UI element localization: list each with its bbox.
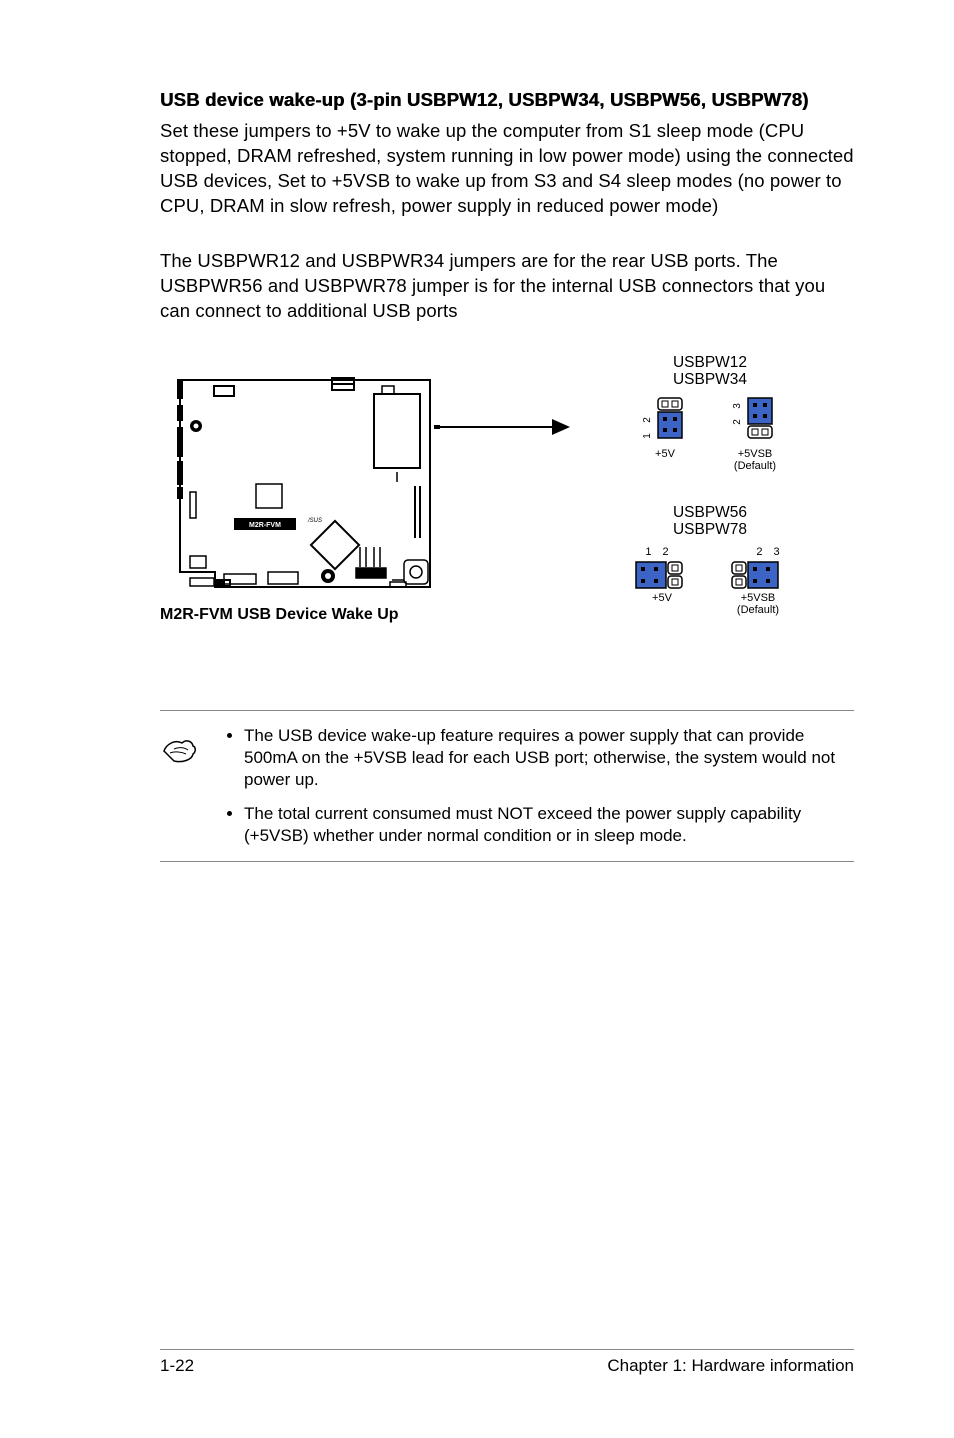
- diagram: M2R-FVM /SUS M2R-FVM USB Device Wake Up …: [160, 354, 854, 674]
- jumper-5vsb-bottom-default: (Default): [737, 604, 779, 616]
- group-bot-label-1: USBPW56: [580, 504, 840, 521]
- jumper-5vsb-top-label: +5VSB: [734, 448, 776, 460]
- jumper-5v-bottom-label: +5V: [652, 592, 672, 604]
- note-item-1: The USB device wake-up feature requires …: [244, 725, 854, 791]
- jumper-5v-top: 2 1 +5V: [640, 396, 690, 472]
- svg-text:/SUS: /SUS: [307, 518, 322, 524]
- note-list: The USB device wake-up feature requires …: [226, 725, 854, 847]
- jumper-group-bottom: USBPW56 USBPW78 1 2: [560, 504, 860, 616]
- jumper-5vsb-bottom-label: +5VSB: [737, 592, 779, 604]
- svg-text:2: 2: [732, 419, 743, 425]
- pin-3: 3: [774, 546, 780, 558]
- svg-text:3: 3: [732, 403, 743, 409]
- svg-text:1: 1: [642, 433, 653, 439]
- jumper-5v-bottom: 1 2 +5V: [634, 546, 690, 616]
- pin-2b: 2: [756, 546, 762, 558]
- note-item-2: The total current consumed must NOT exce…: [244, 803, 854, 847]
- motherboard-figure: M2R-FVM /SUS: [160, 372, 450, 602]
- note-block: The USB device wake-up feature requires …: [160, 710, 854, 862]
- jumper-5vsb-top-default: (Default): [734, 460, 776, 472]
- page-footer: 1-22 Chapter 1: Hardware information: [160, 1349, 854, 1376]
- footer-chapter: Chapter 1: Hardware information: [607, 1356, 854, 1376]
- pin-1: 1: [645, 546, 651, 558]
- diagram-caption: M2R-FVM USB Device Wake Up: [160, 606, 399, 624]
- jumper-5v-top-label: +5V: [655, 448, 675, 460]
- section-heading: USB device wake-up (3-pin USBPW12, USBPW…: [160, 88, 854, 113]
- jumper-group-top: USBPW12 USBPW34: [560, 354, 860, 472]
- footer-page-number: 1-22: [160, 1356, 194, 1376]
- pointer-arrow-icon: [434, 407, 574, 447]
- note-hand-icon: [160, 725, 200, 774]
- group-bot-label-2: USBPW78: [580, 521, 840, 538]
- svg-text:2: 2: [642, 417, 653, 423]
- jumper-5vsb-top: 3 2 +5VSB (Default): [730, 396, 780, 472]
- group-top-label-2: USBPW34: [580, 371, 840, 388]
- pin-2: 2: [663, 546, 669, 558]
- page: USB device wake-up (3-pin USBPW12, USBPW…: [0, 0, 954, 1438]
- board-name-text: M2R-FVM: [249, 522, 281, 529]
- jumper-5vsb-bottom: 2 3 +5VSB: [730, 546, 786, 616]
- paragraph-1: Set these jumpers to +5V to wake up the …: [160, 119, 854, 219]
- group-top-label-1: USBPW12: [580, 354, 840, 371]
- paragraph-2: The USBPWR12 and USBPWR34 jumpers are fo…: [160, 249, 854, 324]
